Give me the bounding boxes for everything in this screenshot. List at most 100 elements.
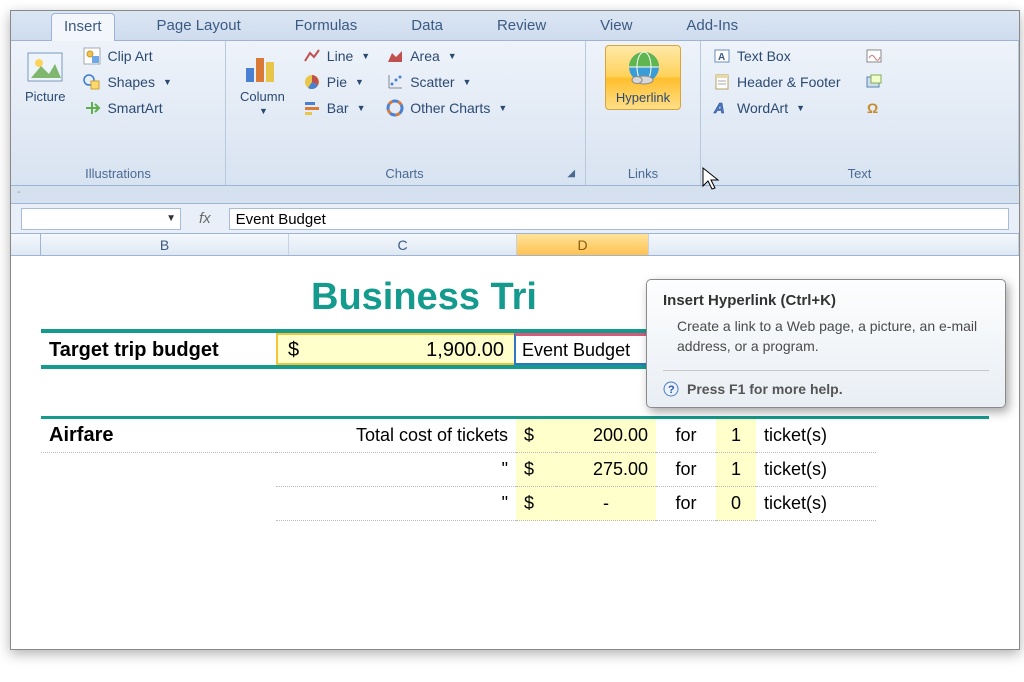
group-links: Hyperlink Links	[586, 41, 701, 185]
signature-button[interactable]	[861, 45, 887, 67]
table-cell[interactable]: 1	[716, 419, 756, 453]
chevron-down-icon: ▼	[166, 213, 176, 224]
headerfooter-button[interactable]: Header & Footer	[709, 71, 845, 93]
table-cell	[41, 453, 276, 487]
chevron-down-icon: ▼	[355, 77, 364, 87]
table-cell: ticket(s)	[756, 487, 876, 521]
currency-symbol: $	[288, 339, 299, 359]
fx-label[interactable]: fx	[191, 210, 219, 227]
wordart-button[interactable]: A WordArt▼	[709, 97, 845, 119]
col-header-next[interactable]	[649, 234, 1019, 255]
target-amount-cell[interactable]: $ 1,900.00	[276, 333, 516, 365]
help-icon: ?	[663, 381, 679, 397]
table-cell: for	[656, 419, 716, 453]
picture-button[interactable]: Picture	[19, 45, 71, 108]
col-header-c[interactable]: C	[289, 234, 517, 255]
other-charts-button[interactable]: Other Charts▼	[382, 97, 511, 119]
scatter-chart-button[interactable]: Scatter▼	[382, 71, 511, 93]
group-text: A Text Box Header & Footer A WordArt▼	[701, 41, 1019, 185]
ribbon: Picture Clip Art Shapes ▼ SmartArt	[11, 41, 1019, 186]
hyperlink-tooltip: Insert Hyperlink (Ctrl+K) Create a link …	[646, 279, 1006, 408]
clipart-button[interactable]: Clip Art	[79, 45, 175, 67]
tab-insert[interactable]: Insert	[51, 13, 115, 41]
table-cell[interactable]: $	[516, 487, 556, 521]
object-icon	[865, 73, 883, 91]
tooltip-title: Insert Hyperlink (Ctrl+K)	[663, 292, 989, 309]
table-cell	[41, 487, 276, 521]
symbol-button[interactable]: Ω	[861, 97, 887, 119]
signature-icon	[865, 47, 883, 65]
tooltip-help: ? Press F1 for more help.	[663, 370, 989, 397]
smartart-button[interactable]: SmartArt	[79, 97, 175, 119]
other-charts-label: Other Charts	[410, 100, 490, 116]
tooltip-help-text: Press F1 for more help.	[687, 381, 843, 397]
column-chart-icon	[242, 49, 282, 87]
chevron-down-icon: ▼	[361, 51, 370, 61]
target-label: Target trip budget	[41, 333, 276, 365]
table-cell[interactable]: -	[556, 487, 656, 521]
textbox-label: Text Box	[737, 48, 791, 64]
table-cell[interactable]: 1	[716, 453, 756, 487]
clipart-icon	[83, 47, 101, 65]
table-cell: "	[276, 487, 516, 521]
column-headers: B C D	[11, 234, 1019, 256]
tab-addins[interactable]: Add-Ins	[674, 13, 750, 40]
name-box[interactable]: ▼	[21, 208, 181, 230]
column-chart-button[interactable]: Column ▼	[234, 45, 291, 120]
pie-chart-button[interactable]: Pie▼	[299, 71, 374, 93]
area-chart-button[interactable]: Area ▼	[382, 45, 511, 67]
charts-dialog-launcher[interactable]: ◢	[424, 168, 577, 179]
chevron-down-icon: ▼	[463, 77, 472, 87]
wordart-label: WordArt	[737, 100, 788, 116]
formula-input[interactable]: Event Budget	[229, 208, 1009, 230]
group-title-illustrations: Illustrations	[19, 164, 217, 183]
table-cell[interactable]: 200.00	[556, 419, 656, 453]
col-header-b[interactable]: B	[41, 234, 289, 255]
pie-chart-icon	[303, 73, 321, 91]
clipart-label: Clip Art	[107, 48, 152, 64]
other-charts-icon	[386, 99, 404, 117]
formula-bar: ▼ fx Event Budget	[11, 204, 1019, 234]
ribbon-tabs: Insert Page Layout Formulas Data Review …	[11, 11, 1019, 41]
table-cell[interactable]: $	[516, 419, 556, 453]
col-header-d[interactable]: D	[517, 234, 649, 255]
subbar-text: -	[17, 186, 21, 198]
table-cell[interactable]: $	[516, 453, 556, 487]
headerfooter-icon	[713, 73, 731, 91]
tab-page-layout[interactable]: Page Layout	[145, 13, 253, 40]
chevron-down-icon: ▼	[259, 106, 268, 116]
svg-text:A: A	[713, 100, 725, 117]
scatter-chart-icon	[386, 73, 404, 91]
headerfooter-label: Header & Footer	[737, 74, 841, 90]
object-button[interactable]	[861, 71, 887, 93]
tab-data[interactable]: Data	[399, 13, 455, 40]
textbox-button[interactable]: A Text Box	[709, 45, 845, 67]
column-chart-label: Column	[240, 89, 285, 104]
shapes-label: Shapes	[107, 74, 154, 90]
table-cell[interactable]: 275.00	[556, 453, 656, 487]
select-all-corner[interactable]	[11, 234, 41, 255]
tab-formulas[interactable]: Formulas	[283, 13, 370, 40]
bar-chart-button[interactable]: Bar▼	[299, 97, 374, 119]
bar-chart-label: Bar	[327, 100, 349, 116]
table-cell: for	[656, 453, 716, 487]
app-window: Insert Page Layout Formulas Data Review …	[10, 10, 1020, 650]
chevron-down-icon: ▼	[163, 77, 172, 87]
tab-review[interactable]: Review	[485, 13, 558, 40]
table-cell[interactable]: 0	[716, 487, 756, 521]
svg-text:Ω: Ω	[867, 100, 878, 116]
table-cell: "	[276, 453, 516, 487]
line-chart-button[interactable]: Line▼	[299, 45, 374, 67]
tab-view[interactable]: View	[588, 13, 644, 40]
table-cell: ticket(s)	[756, 453, 876, 487]
hyperlink-icon	[623, 50, 663, 88]
picture-label: Picture	[25, 89, 65, 104]
bar-chart-icon	[303, 99, 321, 117]
shapes-button[interactable]: Shapes ▼	[79, 71, 175, 93]
hyperlink-button[interactable]: Hyperlink	[605, 45, 681, 110]
chevron-down-icon: ▼	[448, 51, 457, 61]
target-amount: 1,900.00	[426, 339, 504, 359]
active-cell[interactable]: Event Budget	[514, 333, 654, 365]
area-chart-label: Area	[410, 48, 440, 64]
smartart-label: SmartArt	[107, 100, 162, 116]
